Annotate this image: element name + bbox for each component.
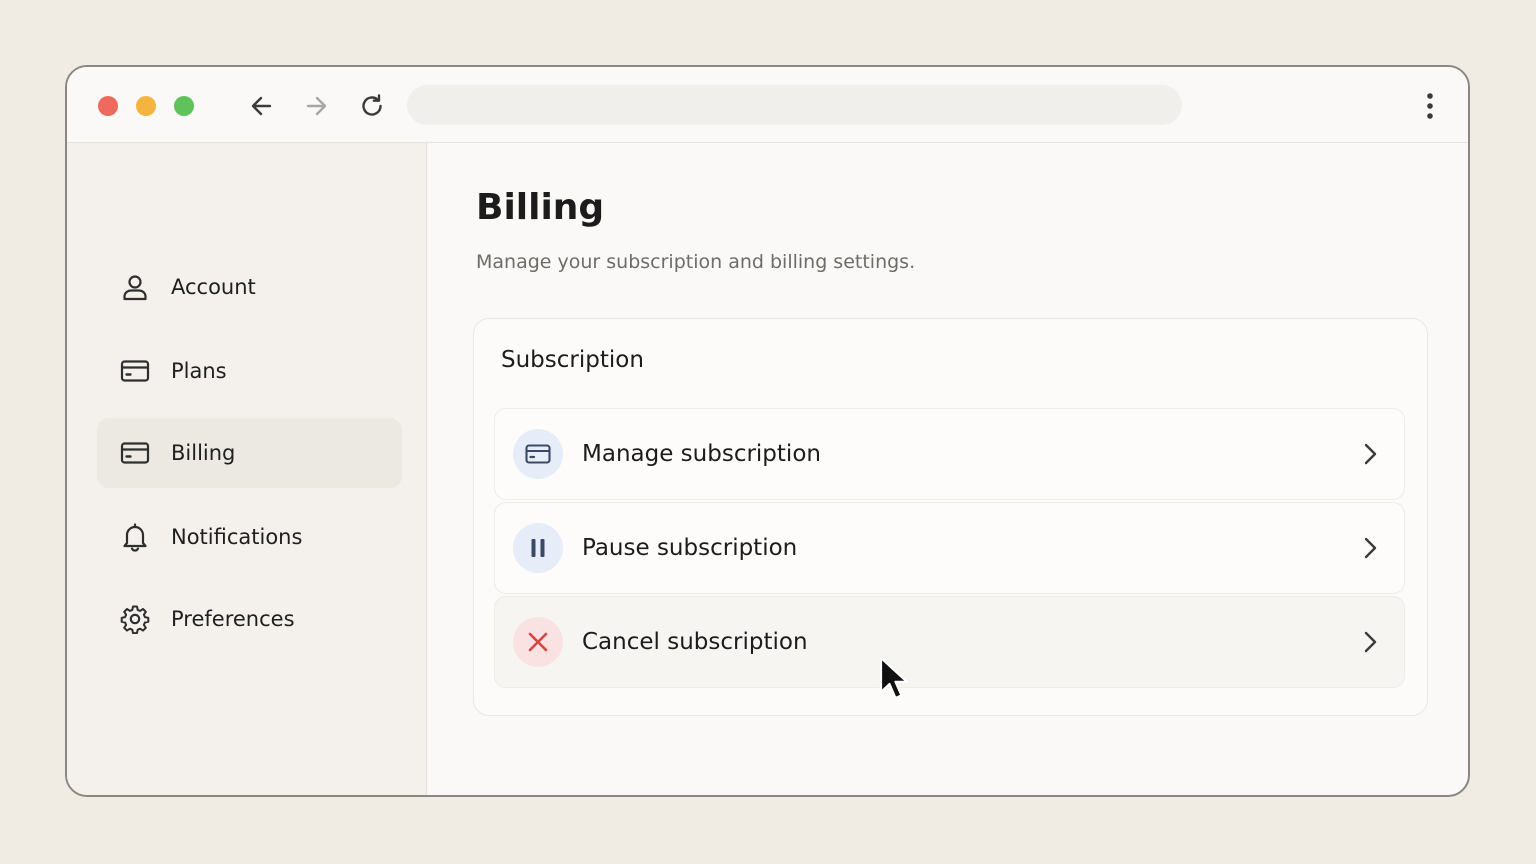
card-title: Subscription	[501, 347, 644, 373]
sidebar-item-billing[interactable]: Billing	[97, 418, 402, 488]
sidebar-item-preferences[interactable]: Preferences	[97, 584, 402, 654]
browser-window: Account Plans Billing Notifications Pref…	[65, 65, 1470, 797]
chevron-right-icon	[1358, 630, 1382, 654]
sidebar-item-label: Plans	[171, 359, 227, 383]
sidebar-item-label: Billing	[171, 441, 236, 465]
browser-menu-button[interactable]	[1420, 89, 1440, 123]
mouse-pointer-icon	[879, 656, 909, 700]
chevron-right-icon	[1358, 442, 1382, 466]
kebab-menu-icon	[1427, 93, 1433, 119]
sidebar-item-notifications[interactable]: Notifications	[97, 502, 402, 572]
bell-icon	[119, 521, 151, 553]
sidebar-item-label: Notifications	[171, 525, 303, 549]
minimize-window-button[interactable]	[136, 96, 156, 116]
sidebar-item-account[interactable]: Account	[97, 252, 402, 322]
pause-icon	[513, 523, 563, 573]
page-subtitle: Manage your subscription and billing set…	[476, 251, 916, 273]
credit-card-icon	[513, 429, 563, 479]
title-bar	[67, 67, 1468, 143]
row-label: Manage subscription	[582, 441, 821, 467]
reload-icon	[362, 94, 382, 116]
sidebar-item-label: Preferences	[171, 607, 295, 631]
row-label: Pause subscription	[582, 535, 798, 561]
arrow-right-icon	[306, 96, 327, 116]
pause-subscription-row[interactable]: Pause subscription	[494, 502, 1405, 594]
sidebar-item-label: Account	[171, 275, 256, 299]
subscription-card: Subscription Manage subscription Pause s…	[473, 318, 1428, 716]
close-icon	[513, 617, 563, 667]
main-content: Billing Manage your subscription and bil…	[428, 143, 1468, 795]
page-title: Billing	[476, 187, 605, 228]
row-label: Cancel subscription	[582, 629, 808, 655]
credit-card-icon	[119, 355, 151, 387]
address-bar[interactable]	[407, 85, 1182, 125]
reload-button[interactable]	[355, 89, 389, 123]
gear-icon	[119, 603, 151, 635]
cancel-subscription-row[interactable]: Cancel subscription	[494, 596, 1405, 688]
settings-sidebar: Account Plans Billing Notifications Pref…	[67, 143, 427, 795]
forward-button[interactable]	[299, 89, 333, 123]
arrow-left-icon	[251, 96, 272, 116]
user-icon	[119, 271, 151, 303]
close-window-button[interactable]	[98, 96, 118, 116]
credit-card-icon	[119, 437, 151, 469]
manage-subscription-row[interactable]: Manage subscription	[494, 408, 1405, 500]
zoom-window-button[interactable]	[174, 96, 194, 116]
chevron-right-icon	[1358, 536, 1382, 560]
sidebar-item-plans[interactable]: Plans	[97, 336, 402, 406]
back-button[interactable]	[245, 89, 279, 123]
